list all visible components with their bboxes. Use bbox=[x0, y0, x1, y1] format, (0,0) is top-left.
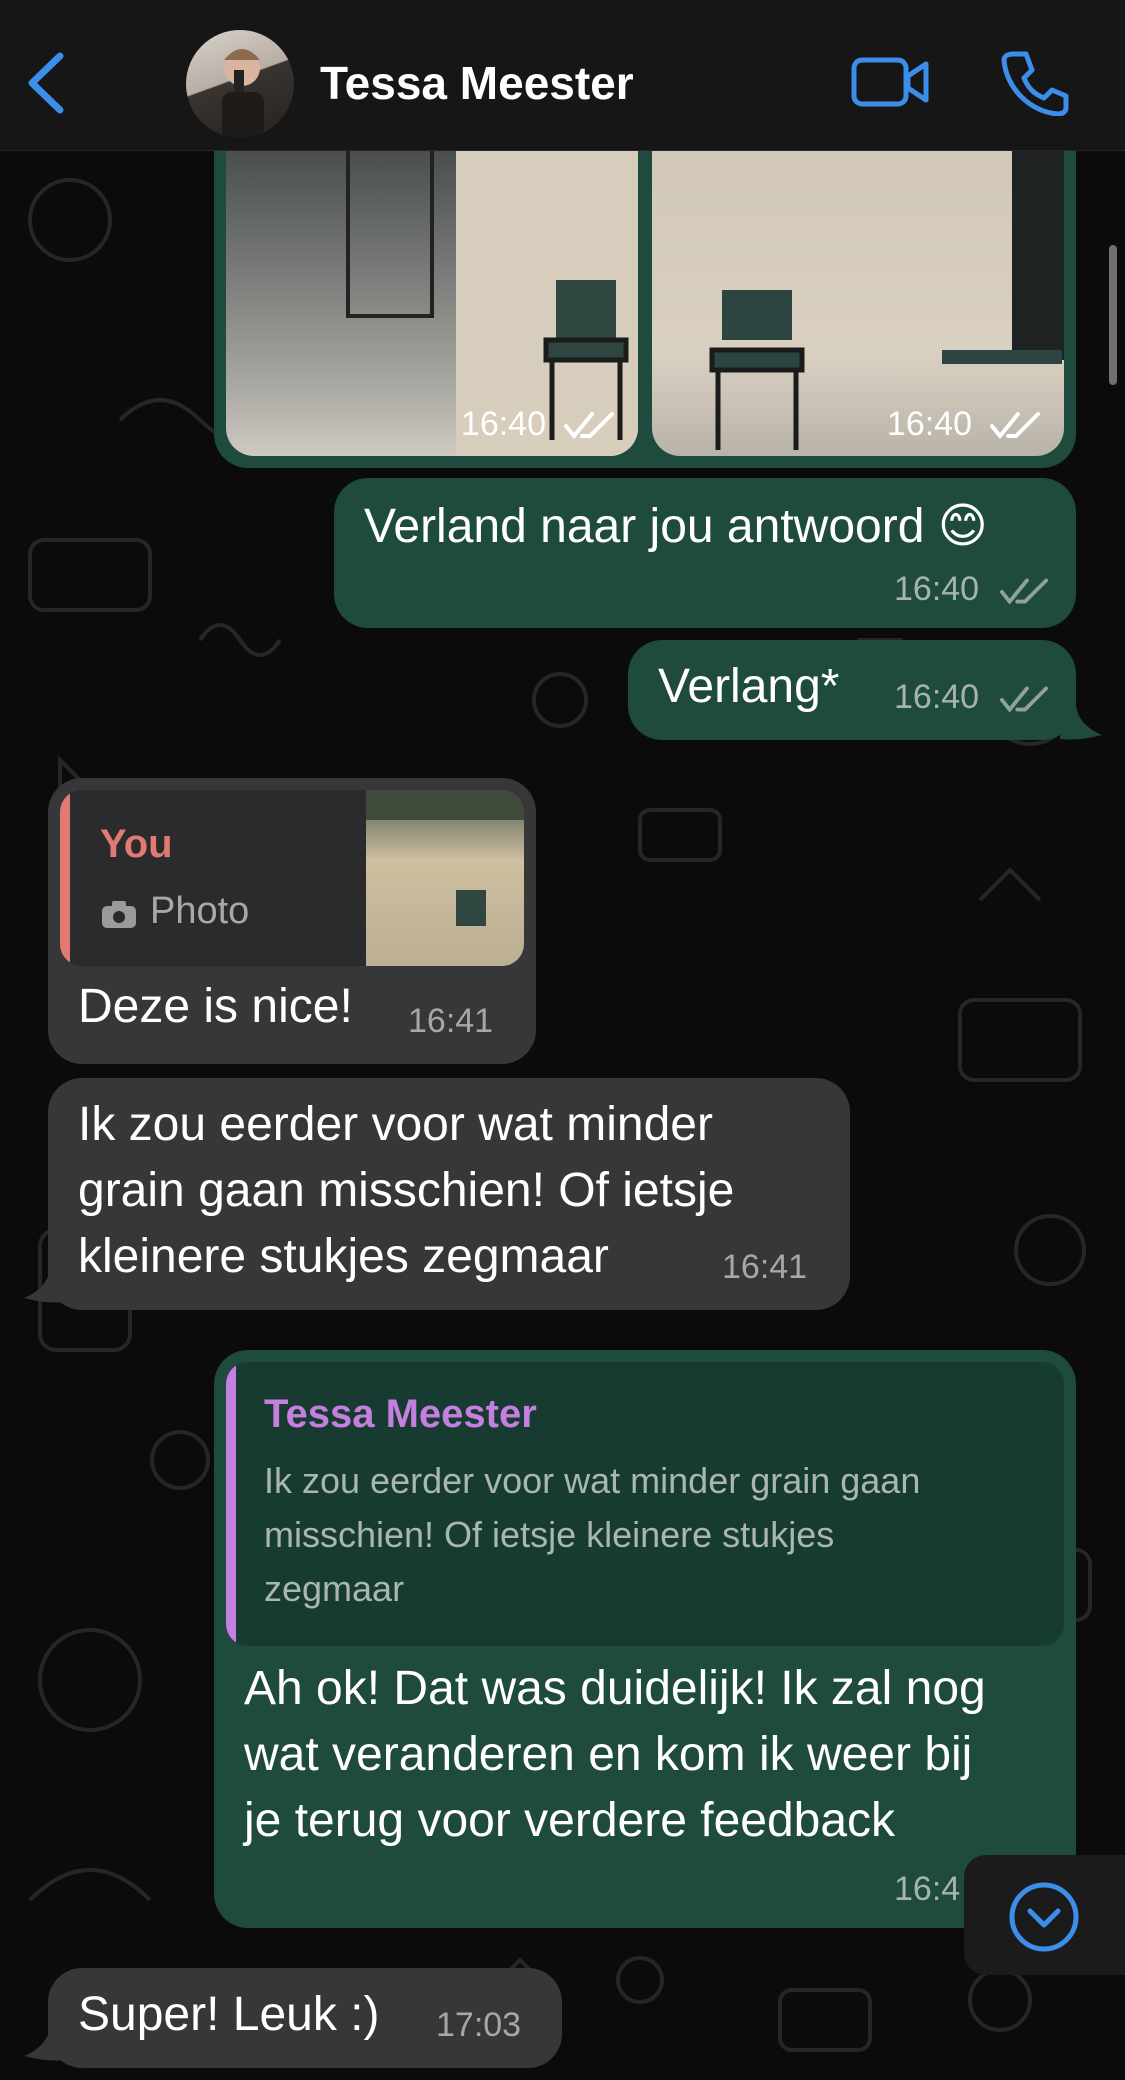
camera-icon bbox=[102, 901, 136, 928]
photo-timestamp: 16:40 bbox=[886, 405, 972, 443]
message-timestamp: 16:40 bbox=[894, 678, 980, 716]
reply-type: Photo bbox=[150, 890, 250, 932]
chevron-down-circle-icon bbox=[1009, 1882, 1079, 1952]
outgoing-message[interactable]: Tessa Meester Ik zou eerder voor wat min… bbox=[214, 1350, 1076, 1928]
message-text: Verland naar jou antwoord 😊 bbox=[364, 500, 988, 553]
chat-header: Tessa Meester bbox=[0, 0, 1125, 151]
scrollbar[interactable] bbox=[1109, 245, 1117, 385]
message-list[interactable]: 16:40 16:40 Verland naar jou antwoord 😊 … bbox=[0, 110, 1125, 2080]
reply-photo-thumbnail bbox=[366, 790, 524, 966]
message-text: Ik zou eerder voor wat minder grain gaan… bbox=[78, 1098, 735, 1283]
incoming-message[interactable]: Ik zou eerder voor wat minder grain gaan… bbox=[48, 1078, 850, 1310]
reply-author: You bbox=[100, 822, 173, 866]
contact-avatar[interactable] bbox=[186, 30, 294, 138]
read-receipt-icon bbox=[1000, 686, 1049, 713]
reply-author: Tessa Meester bbox=[264, 1392, 537, 1436]
message-timestamp: 16:40 bbox=[894, 570, 980, 608]
read-receipt-icon bbox=[990, 412, 1040, 440]
message-text: Super! Leuk :) bbox=[78, 1988, 380, 2041]
back-chevron-icon[interactable] bbox=[20, 48, 70, 118]
photo-message[interactable]: 16:40 16:40 bbox=[214, 110, 1076, 468]
message-text: Verlang* bbox=[658, 660, 840, 713]
outgoing-message[interactable]: Verland naar jou antwoord 😊 16:40 bbox=[334, 478, 1076, 628]
message-timestamp: 16:41 bbox=[408, 1002, 494, 1040]
bubble-tail bbox=[24, 1268, 66, 1303]
contact-name[interactable]: Tessa Meester bbox=[320, 56, 634, 110]
incoming-message[interactable]: Super! Leuk :) 17:03 bbox=[48, 1968, 562, 2068]
message-timestamp: 16:41 bbox=[722, 1248, 808, 1286]
quoted-reply[interactable]: You Photo bbox=[60, 790, 524, 966]
video-call-icon[interactable] bbox=[850, 52, 930, 112]
photo-thumbnail[interactable]: 16:40 bbox=[652, 110, 1064, 456]
scroll-to-bottom-button[interactable] bbox=[964, 1855, 1125, 1975]
phone-call-icon[interactable] bbox=[1000, 48, 1070, 116]
photo-thumbnail[interactable]: 16:40 bbox=[226, 110, 638, 456]
reply-text: Ik zou eerder voor wat minder grain gaan… bbox=[264, 1460, 921, 1609]
read-receipt-icon bbox=[1000, 578, 1049, 605]
message-timestamp: 17:03 bbox=[436, 2006, 522, 2044]
bubble-tail bbox=[1060, 705, 1102, 740]
bubble-tail bbox=[24, 2026, 66, 2061]
photo-timestamp: 16:40 bbox=[460, 405, 546, 443]
incoming-message[interactable]: You Photo Deze is nice! 16:41 bbox=[48, 778, 536, 1064]
quoted-reply[interactable]: Tessa Meester Ik zou eerder voor wat min… bbox=[226, 1362, 1064, 1646]
message-text: Deze is nice! bbox=[78, 980, 353, 1033]
read-receipt-icon bbox=[564, 412, 614, 440]
outgoing-message[interactable]: Verlang* 16:40 bbox=[628, 640, 1076, 740]
message-text: Ah ok! Dat was duidelijk! Ik zal nog wat… bbox=[244, 1662, 986, 1847]
message-timestamp: 16:4 bbox=[894, 1870, 961, 1908]
